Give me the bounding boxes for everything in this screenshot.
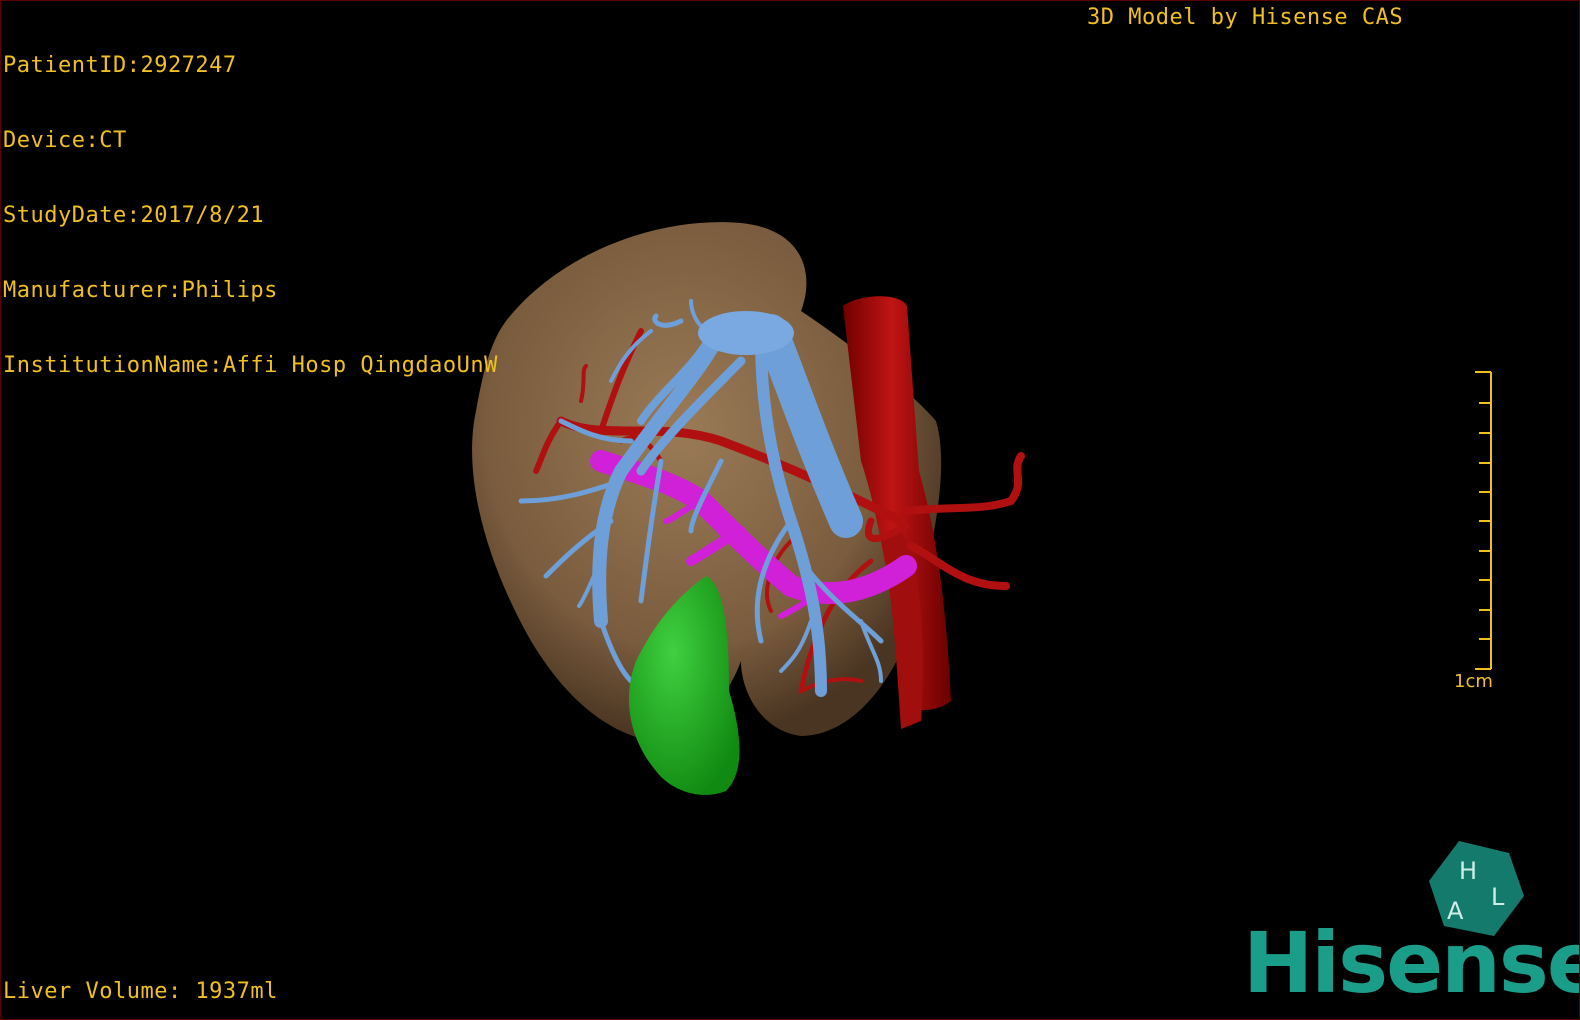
- hisense-brand-logo: Hisense: [1243, 914, 1580, 1012]
- study-date: StudyDate:2017/8/21: [3, 203, 265, 228]
- patient-info-overlay: PatientID:2927247 Device:CT StudyDate:20…: [3, 3, 498, 428]
- 3d-viewport[interactable]: PatientID:2927247 Device:CT StudyDate:20…: [0, 0, 1580, 1020]
- model-credit: 3D Model by Hisense CAS: [1087, 5, 1404, 30]
- scale-label: 1cm: [1454, 671, 1493, 692]
- svg-text:L: L: [1491, 883, 1505, 911]
- hepatic-vein-confluence: [698, 311, 794, 355]
- patient-id: PatientID:2927247: [3, 53, 237, 78]
- manufacturer: Manufacturer:Philips: [3, 278, 278, 303]
- scale-bar: [1475, 371, 1492, 670]
- device: Device:CT: [3, 128, 127, 153]
- institution-name: InstitutionName:Affi Hosp QingdaoUnW: [3, 353, 498, 378]
- svg-text:H: H: [1459, 857, 1477, 885]
- liver-volume: Liver Volume: 1937ml: [3, 979, 278, 1004]
